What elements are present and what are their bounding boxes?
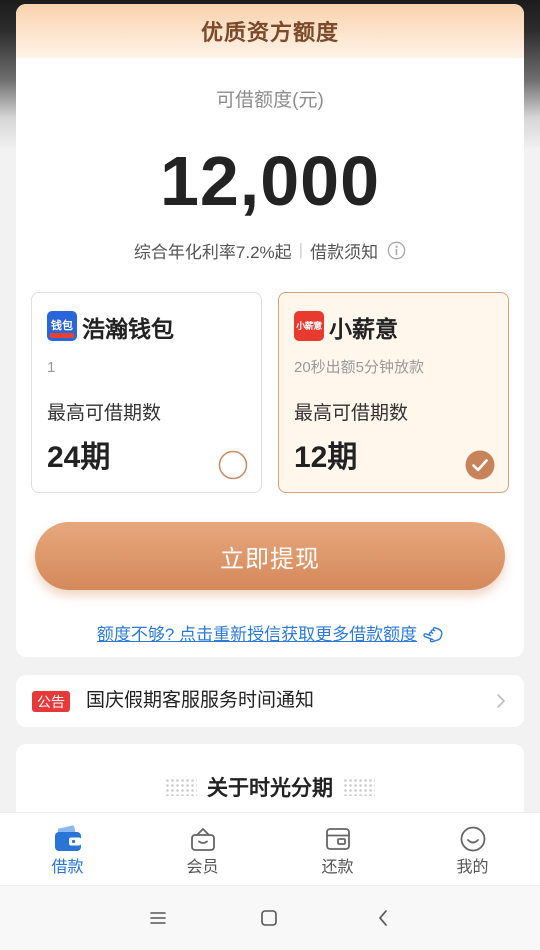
lender-desc: 20秒出额5分钟放款 bbox=[294, 359, 425, 376]
reauth-row: 额度不够? 点击重新授信获取更多借款额度 bbox=[16, 622, 524, 648]
max-term-label: 最高可借期数 bbox=[294, 403, 409, 424]
about-title-row: 关于时光分期 bbox=[16, 772, 524, 802]
rate-text: 综合年化利率7.2%起 bbox=[133, 242, 292, 262]
tab-label: 借款 bbox=[51, 859, 84, 876]
system-navigation-bar bbox=[0, 885, 540, 950]
max-term-value: 24期 bbox=[47, 441, 111, 474]
tap-hand-icon[interactable] bbox=[421, 624, 443, 646]
quota-card-header: 优质资方额度 bbox=[16, 4, 524, 58]
checkmark-icon bbox=[465, 450, 495, 480]
haohan-wallet-logo: 钱包 bbox=[47, 311, 77, 341]
home-square-icon[interactable] bbox=[258, 908, 280, 928]
chevron-right-icon bbox=[496, 693, 506, 714]
tab-label: 还款 bbox=[321, 859, 354, 876]
about-title: 关于时光分期 bbox=[207, 777, 333, 800]
lender-name: 小薪意 bbox=[329, 316, 398, 342]
loan-notice-link[interactable]: 借款须知 bbox=[310, 238, 378, 263]
lender-radio[interactable] bbox=[218, 450, 248, 480]
announcement-bar[interactable]: 公告 国庆假期客服服务时间通知 bbox=[16, 675, 524, 727]
announcement-text[interactable]: 国庆假期客服服务时间通知 bbox=[86, 675, 314, 727]
info-icon[interactable] bbox=[387, 241, 406, 260]
tab-label: 我的 bbox=[456, 859, 489, 876]
logo-text: 钱包 bbox=[51, 320, 73, 332]
withdraw-button[interactable]: 立即提现 bbox=[35, 522, 505, 590]
quota-amount: 12,000 bbox=[159, 142, 381, 220]
tab-borrow[interactable]: 借款 bbox=[0, 813, 135, 885]
tab-member[interactable]: 会员 bbox=[135, 813, 270, 885]
lender-name: 浩瀚钱包 bbox=[82, 316, 174, 342]
rate-row: 综合年化利率7.2%起 | 借款须知 bbox=[16, 236, 524, 264]
repay-card-icon bbox=[323, 825, 353, 853]
logo-text: 小薪意 bbox=[296, 321, 322, 331]
xiaoxinyi-logo: 小薪意 bbox=[294, 311, 324, 341]
logo-strip bbox=[50, 333, 74, 338]
rate-separator: | bbox=[298, 240, 304, 259]
menu-icon[interactable] bbox=[147, 908, 169, 928]
announcement-badge: 公告 bbox=[32, 691, 70, 712]
tab-label: 会员 bbox=[186, 859, 219, 876]
radio-empty-icon bbox=[218, 450, 248, 480]
tab-mine[interactable]: 我的 bbox=[405, 813, 540, 885]
reauth-link[interactable]: 额度不够? 点击重新授信获取更多借款额度 bbox=[97, 622, 417, 648]
lender-desc: 1 bbox=[47, 359, 56, 376]
lender-option-haohan[interactable]: 钱包 浩瀚钱包 1 最高可借期数 24期 bbox=[31, 292, 262, 493]
quota-label: 可借额度(元) bbox=[216, 90, 324, 111]
profile-smile-icon bbox=[458, 825, 488, 853]
dots-decoration-right bbox=[343, 778, 375, 796]
lender-option-xiaoxinyi[interactable]: 小薪意 小薪意 20秒出额5分钟放款 最高可借期数 12期 bbox=[278, 292, 509, 493]
max-term-value: 12期 bbox=[294, 441, 358, 474]
max-term-label: 最高可借期数 bbox=[47, 403, 162, 424]
quota-card: 优质资方额度 可借额度(元) 12,000 综合年化利率7.2%起 | 借款须知… bbox=[16, 4, 524, 657]
tab-repay[interactable]: 还款 bbox=[270, 813, 405, 885]
dots-decoration-left bbox=[165, 778, 197, 796]
bottom-tabbar: 借款 会员 还款 我的 bbox=[0, 812, 540, 885]
member-icon bbox=[188, 825, 218, 853]
wallet-icon bbox=[53, 825, 83, 853]
back-icon[interactable] bbox=[372, 908, 394, 928]
lender-radio[interactable] bbox=[465, 450, 495, 480]
